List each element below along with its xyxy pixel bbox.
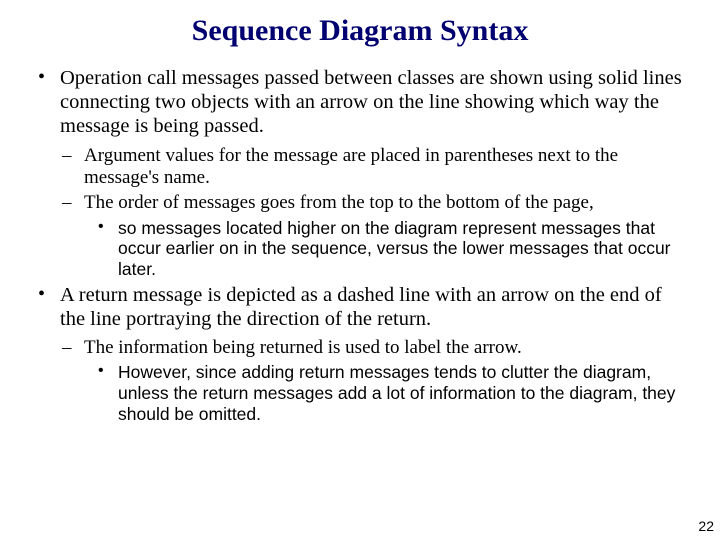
bullet-l3: However, since adding return messages te… — [96, 362, 690, 424]
bullet-l2: The information being returned is used t… — [60, 337, 690, 359]
slide-title: Sequence Diagram Syntax — [0, 0, 720, 66]
bullet-l1: Operation call messages passed between c… — [36, 66, 690, 139]
bullet-l2: Argument values for the message are plac… — [60, 145, 690, 190]
bullet-l3: so messages located higher on the diagra… — [96, 218, 690, 280]
bullet-l1: A return message is depicted as a dashed… — [36, 283, 690, 331]
page-number: 22 — [698, 518, 714, 534]
bullet-l2: The order of messages goes from the top … — [60, 192, 690, 214]
slide-content: Operation call messages passed between c… — [0, 66, 720, 424]
